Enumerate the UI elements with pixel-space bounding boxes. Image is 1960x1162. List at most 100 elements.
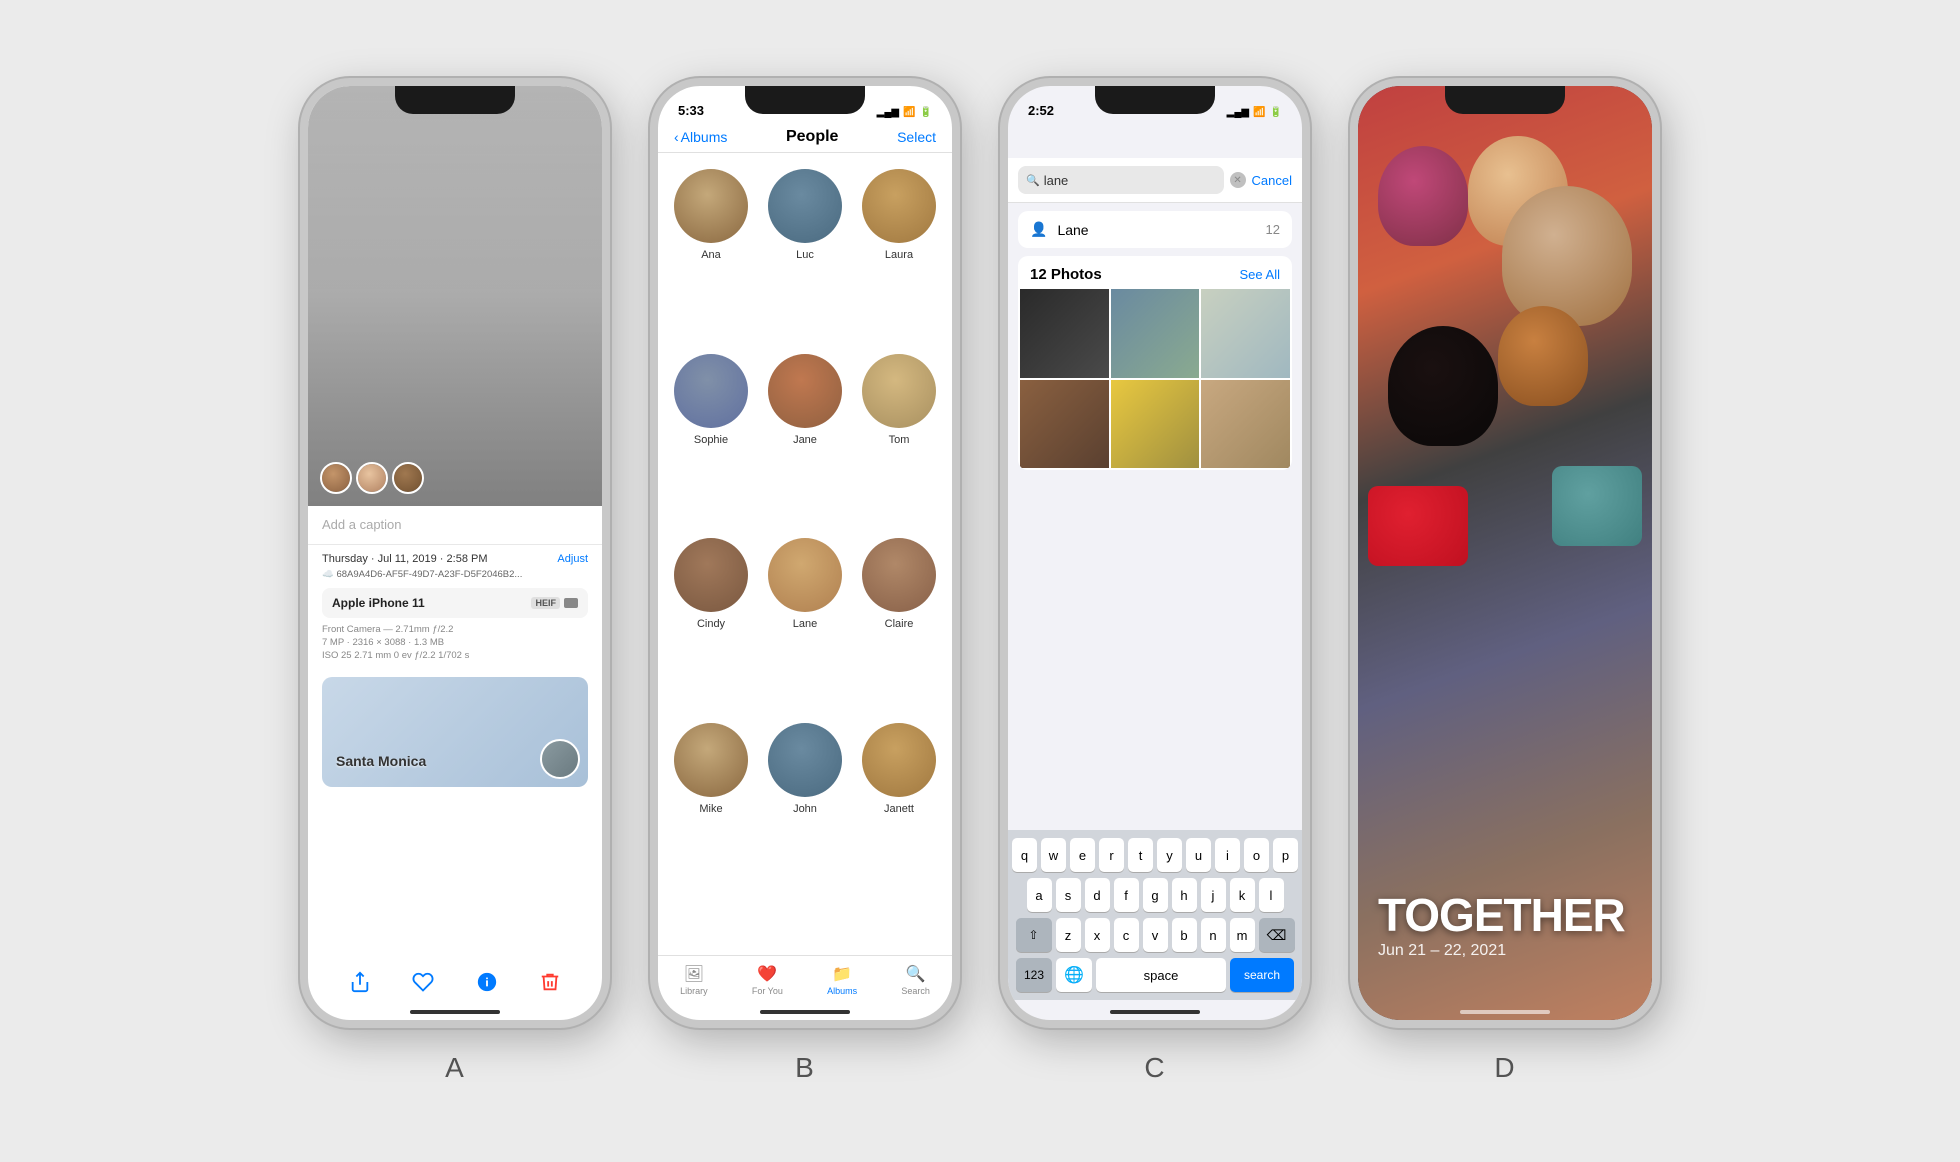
for-you-icon: ❤️ [757, 964, 777, 984]
key-b[interactable]: b [1172, 918, 1197, 952]
person-cell-mike[interactable]: Mike [672, 723, 750, 892]
key-o[interactable]: o [1244, 838, 1269, 872]
share-button[interactable] [342, 964, 378, 1000]
map-label: Santa Monica [336, 753, 426, 769]
search-input-c[interactable]: 🔍 lane [1018, 166, 1224, 194]
cloud-line: ☁️ 68A9A4D6-AF5F-49D7-A23F-D5F2046B2... [322, 569, 588, 580]
key-g[interactable]: g [1143, 878, 1168, 912]
wifi-icon: 📶 [903, 107, 915, 118]
key-q[interactable]: q [1012, 838, 1037, 872]
photo-thumb-4[interactable] [1020, 380, 1109, 469]
adjust-button[interactable]: Adjust [557, 553, 588, 565]
emoji-key[interactable]: 🌐 [1056, 958, 1092, 992]
person-result[interactable]: 👤 Lane 12 [1018, 211, 1292, 248]
key-x[interactable]: x [1085, 918, 1110, 952]
see-all-button[interactable]: See All [1240, 267, 1280, 282]
key-v[interactable]: v [1143, 918, 1168, 952]
device-badge: Apple iPhone 11 HEIF [322, 588, 588, 618]
tab-albums[interactable]: 📁 Albums [827, 964, 857, 996]
photo-thumb-2[interactable] [1111, 289, 1200, 378]
key-c[interactable]: c [1114, 918, 1139, 952]
person-cell-john[interactable]: John [766, 723, 844, 892]
camera-icon [564, 598, 578, 608]
key-m[interactable]: m [1230, 918, 1255, 952]
phone-a-wrapper: Add a caption Thursday · Jul 11, 2019 · … [300, 78, 610, 1084]
key-h[interactable]: h [1172, 878, 1197, 912]
key-j[interactable]: j [1201, 878, 1226, 912]
bottom-toolbar-a [308, 964, 602, 1000]
cancel-button-c[interactable]: Cancel [1252, 173, 1292, 188]
phone-label-c: C [1144, 1052, 1165, 1084]
person-cell-sophie[interactable]: Sophie [672, 354, 750, 523]
photo-thumb-6[interactable] [1201, 380, 1290, 469]
search-query: lane [1044, 173, 1069, 188]
key-a[interactable]: a [1027, 878, 1052, 912]
search-clear-button[interactable]: ✕ [1230, 172, 1246, 188]
key-p[interactable]: p [1273, 838, 1298, 872]
key-s[interactable]: s [1056, 878, 1081, 912]
person-photo-mike [674, 723, 748, 797]
phone-c: 2:52 ▂▄▆ 📶 🔋 🔍 lane ✕ Cancel [1000, 78, 1310, 1028]
person-photo-luc [768, 169, 842, 243]
key-y[interactable]: y [1157, 838, 1182, 872]
shift-key[interactable]: ⇧ [1016, 918, 1052, 952]
key-z[interactable]: z [1056, 918, 1081, 952]
key-e[interactable]: e [1070, 838, 1095, 872]
key-f[interactable]: f [1114, 878, 1139, 912]
like-button[interactable] [405, 964, 441, 1000]
person-photo-ana [674, 169, 748, 243]
together-date: Jun 21 – 22, 2021 [1378, 942, 1625, 960]
person-cell-luc[interactable]: Luc [766, 169, 844, 338]
photo-thumb-1[interactable] [1020, 289, 1109, 378]
search-bar-c[interactable]: 🔍 lane ✕ Cancel [1008, 158, 1302, 203]
key-l[interactable]: l [1259, 878, 1284, 912]
tab-for-you[interactable]: ❤️ For You [752, 964, 783, 996]
tab-albums-label: Albums [827, 986, 857, 996]
screen-b: 5:33 ▂▄▆ 📶 🔋 ‹ Albums People Select [658, 86, 952, 1020]
person-cell-jane[interactable]: Jane [766, 354, 844, 523]
key-n[interactable]: n [1201, 918, 1226, 952]
kb-row-3: ⇧ z x c v b n m ⌫ [1012, 918, 1298, 952]
key-k[interactable]: k [1230, 878, 1255, 912]
key-w[interactable]: w [1041, 838, 1066, 872]
person-result-name: Lane [1057, 222, 1255, 238]
notch-d [1445, 86, 1565, 114]
person-name-luc: Luc [796, 249, 814, 261]
photo-thumb-5[interactable] [1111, 380, 1200, 469]
num-key[interactable]: 123 [1016, 958, 1052, 992]
key-r[interactable]: r [1099, 838, 1124, 872]
tab-library[interactable]: 🖼 Library [680, 964, 708, 996]
photo-thumb-3[interactable] [1201, 289, 1290, 378]
select-button-b[interactable]: Select [897, 129, 936, 145]
info-button[interactable] [469, 964, 505, 1000]
person-photo-jane [768, 354, 842, 428]
delete-button[interactable] [532, 964, 568, 1000]
person-cell-lane[interactable]: Lane [766, 538, 844, 707]
screen-a: Add a caption Thursday · Jul 11, 2019 · … [308, 86, 602, 1020]
person-cell-claire[interactable]: Claire [860, 538, 938, 707]
key-d[interactable]: d [1085, 878, 1110, 912]
person-name-jane: Jane [793, 434, 817, 446]
tab-search[interactable]: 🔍 Search [901, 964, 930, 996]
person-cell-laura[interactable]: Laura [860, 169, 938, 338]
search-key[interactable]: search [1230, 958, 1294, 992]
person-cell-janett[interactable]: Janett [860, 723, 938, 892]
photos-grid [1018, 289, 1292, 470]
key-i[interactable]: i [1215, 838, 1240, 872]
home-indicator-d [1460, 1010, 1550, 1014]
key-u[interactable]: u [1186, 838, 1211, 872]
person-cell-cindy[interactable]: Cindy [672, 538, 750, 707]
delete-key[interactable]: ⌫ [1259, 918, 1295, 952]
key-t[interactable]: t [1128, 838, 1153, 872]
search-icon-c: 🔍 [1026, 174, 1040, 187]
person-cell-ana[interactable]: Ana [672, 169, 750, 338]
map-area[interactable]: Santa Monica [322, 677, 588, 787]
person-cell-tom[interactable]: Tom [860, 354, 938, 523]
person-name-mike: Mike [699, 803, 722, 815]
date-line: Thursday · Jul 11, 2019 · 2:58 PM Adjust [322, 553, 588, 565]
photos-header: 12 Photos See All [1018, 256, 1292, 289]
back-button-b[interactable]: ‹ Albums [674, 129, 727, 145]
space-key[interactable]: space [1096, 958, 1226, 992]
person-photo-sophie [674, 354, 748, 428]
caption-area[interactable]: Add a caption [308, 506, 602, 544]
